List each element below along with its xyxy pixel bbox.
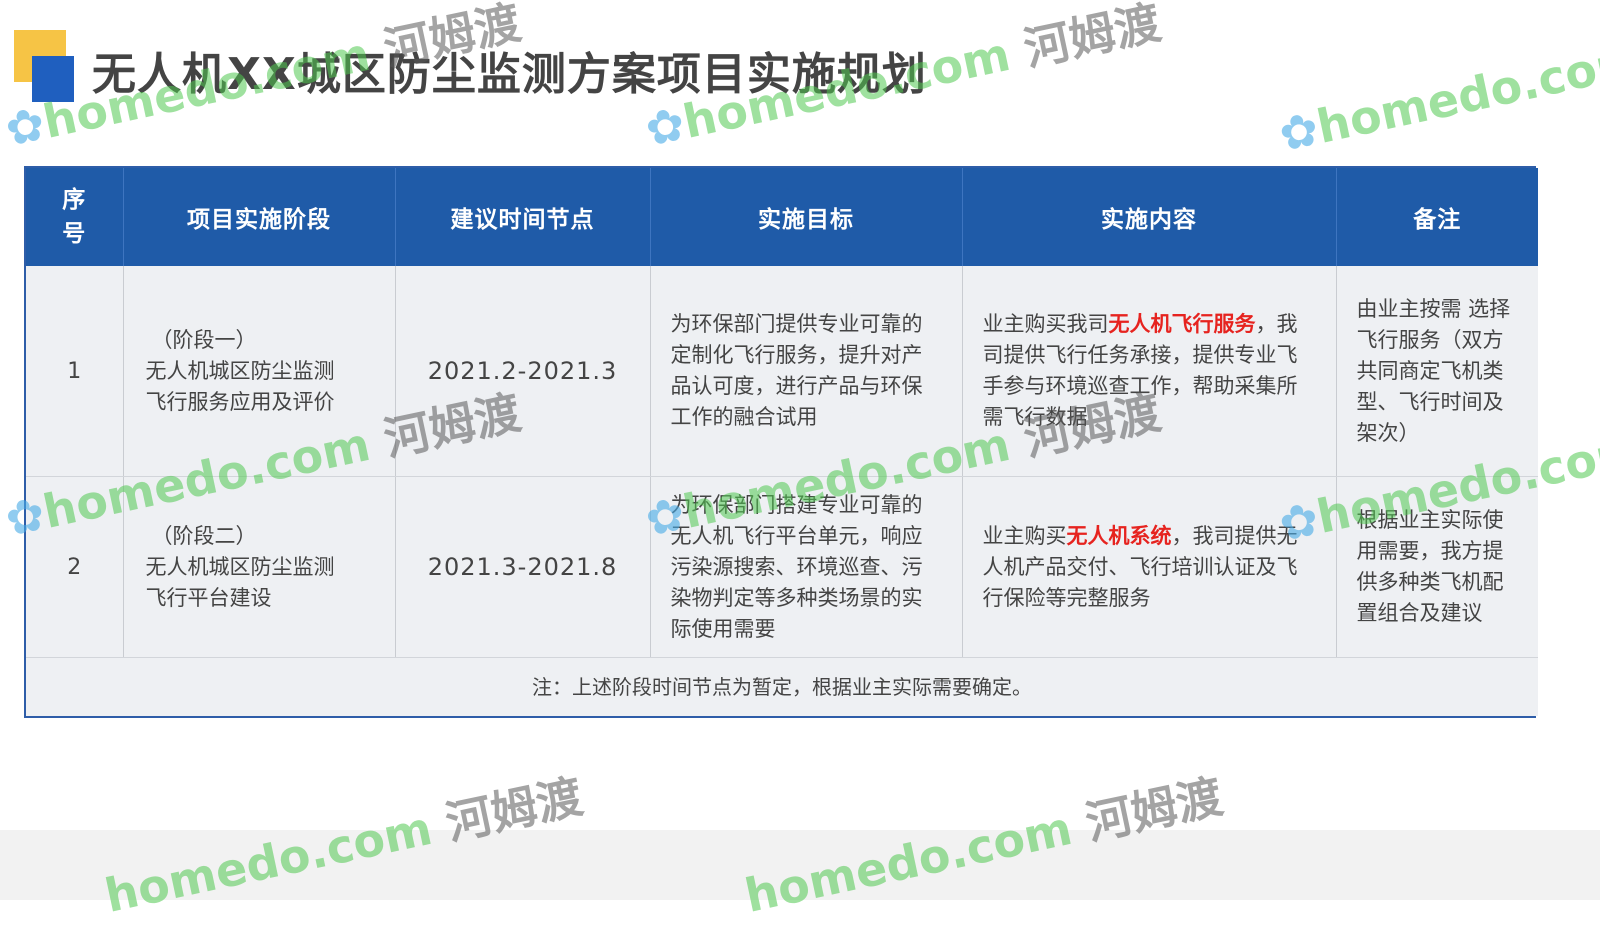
- header-index: 序号: [26, 168, 124, 266]
- header-content: 实施内容: [962, 168, 1337, 266]
- watermark: ✿homedo.com: [1274, 32, 1600, 162]
- row-stage: （阶段二） 无人机城区防尘监测 飞行平台建设: [123, 476, 396, 658]
- content-highlight: 无人机飞行服务: [1108, 312, 1256, 336]
- row-goal: 为环保部门提供专业可靠的定制化飞行服务，提升对产品认可度，进行产品与环保工作的融…: [650, 266, 963, 477]
- row-index: 2: [26, 476, 124, 658]
- row-content: 业主购买我司无人机飞行服务，我司提供飞行任务承接，提供专业飞手参与环境巡查工作，…: [962, 266, 1337, 477]
- table-row: 1 （阶段一） 无人机城区防尘监测 飞行服务应用及评价 2021.2-2021.…: [26, 266, 1538, 477]
- header-time: 建议时间节点: [395, 168, 651, 266]
- stage-label: （阶段一）: [151, 327, 257, 352]
- row-index: 1: [26, 266, 124, 477]
- row-time: 2021.3-2021.8: [395, 476, 651, 658]
- page-title: 无人机XX城区防尘监测方案项目实施规划: [92, 49, 927, 100]
- header-note: 备注: [1336, 168, 1538, 266]
- row-note: 由业主按需 选择飞行服务（双方共同商定飞机类型、飞行时间及架次）: [1336, 266, 1538, 477]
- blue-square-decoration: [32, 56, 74, 102]
- table-footnote-row: 注：上述阶段时间节点为暂定，根据业主实际需要确定。: [26, 657, 1538, 716]
- flower-logo-icon: ✿: [1274, 101, 1324, 162]
- row-stage: （阶段一） 无人机城区防尘监测 飞行服务应用及评价: [123, 266, 396, 477]
- stage-name: 无人机城区防尘监测: [145, 358, 335, 383]
- row-time: 2021.2-2021.3: [395, 266, 651, 477]
- flower-logo-icon: ✿: [0, 96, 50, 157]
- stage-desc: 飞行服务应用及评价: [145, 389, 335, 414]
- row-content: 业主购买无人机系统，我司提供无人机产品交付、飞行培训认证及飞行保险等完整服务: [962, 476, 1337, 658]
- plan-table: 序号 项目实施阶段 建议时间节点 实施目标 实施内容 备注 1 （阶段一） 无人…: [24, 166, 1538, 718]
- content-text: 业主购买我司: [982, 312, 1109, 336]
- bottom-band: [0, 830, 1600, 900]
- header-stage: 项目实施阶段: [123, 168, 396, 266]
- stage-label: （阶段二）: [151, 523, 257, 548]
- content-text: 业主购买: [982, 523, 1067, 548]
- header-goal: 实施目标: [650, 168, 963, 266]
- table-header-row: 序号 项目实施阶段 建议时间节点 实施目标 实施内容 备注: [26, 168, 1538, 266]
- flower-logo-icon: ✿: [640, 96, 690, 157]
- stage-name: 无人机城区防尘监测: [145, 554, 335, 579]
- table-footnote: 注：上述阶段时间节点为暂定，根据业主实际需要确定。: [26, 657, 1538, 716]
- row-goal: 为环保部门搭建专业可靠的无人机飞行平台单元，响应污染源搜索、环境巡查、污染物判定…: [650, 476, 963, 658]
- table-row: 2 （阶段二） 无人机城区防尘监测 飞行平台建设 2021.3-2021.8 为…: [26, 476, 1538, 658]
- row-note: 根据业主实际使用需要，我方提供多种类飞机配置组合及建议: [1336, 476, 1538, 658]
- stage-desc: 飞行平台建设: [145, 585, 272, 610]
- content-highlight: 无人机系统: [1066, 523, 1172, 548]
